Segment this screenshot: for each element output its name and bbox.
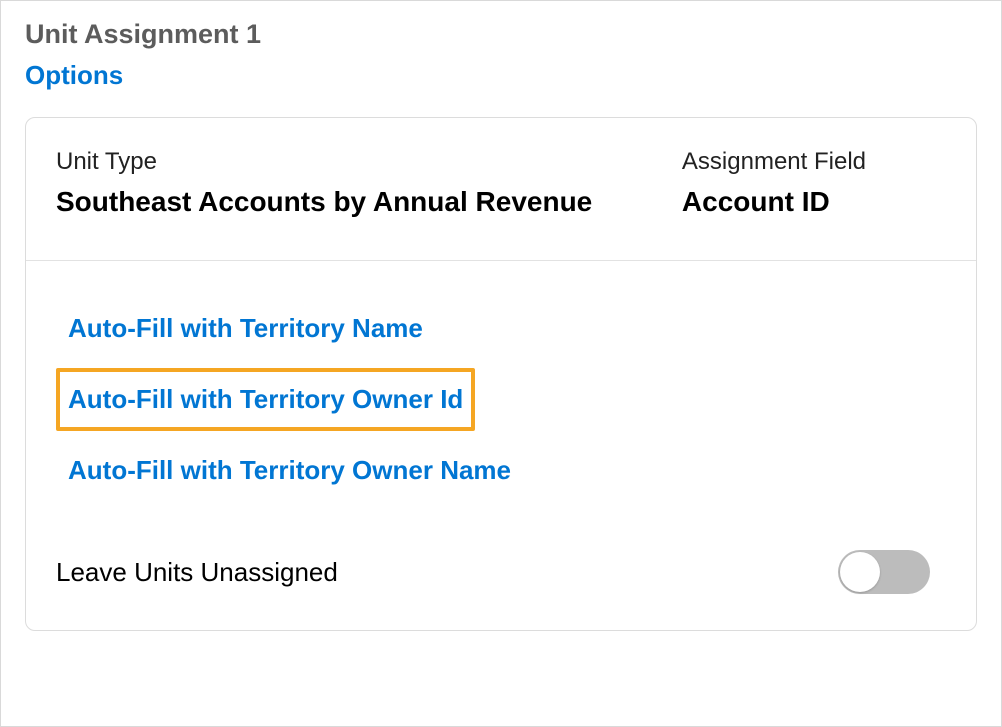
unit-type-field: Unit Type Southeast Accounts by Annual R…: [56, 148, 592, 218]
assignment-field-field: Assignment Field Account ID: [682, 148, 946, 218]
toggle-knob: [840, 552, 880, 592]
unit-type-label: Unit Type: [56, 148, 592, 176]
assignment-card: Unit Type Southeast Accounts by Annual R…: [25, 117, 977, 631]
leave-unassigned-toggle[interactable]: [838, 550, 930, 594]
card-summary: Unit Type Southeast Accounts by Annual R…: [26, 118, 976, 261]
assignment-field-value: Account ID: [682, 186, 866, 218]
page-title: Unit Assignment 1: [25, 19, 977, 50]
unit-type-value: Southeast Accounts by Annual Revenue: [56, 186, 592, 218]
option-territory-owner-name[interactable]: Auto-Fill with Territory Owner Name: [56, 439, 523, 502]
options-link[interactable]: Options: [25, 60, 123, 103]
leave-unassigned-label: Leave Units Unassigned: [56, 557, 338, 588]
autofill-option-list: Auto-Fill with Territory Name Auto-Fill …: [56, 297, 946, 502]
header: Unit Assignment 1 Options: [1, 1, 1001, 111]
assignment-field-label: Assignment Field: [682, 148, 866, 176]
card-body: Auto-Fill with Territory Name Auto-Fill …: [26, 261, 976, 630]
option-territory-name[interactable]: Auto-Fill with Territory Name: [56, 297, 435, 360]
leave-unassigned-row: Leave Units Unassigned: [56, 550, 946, 594]
option-territory-owner-id[interactable]: Auto-Fill with Territory Owner Id: [56, 368, 475, 431]
